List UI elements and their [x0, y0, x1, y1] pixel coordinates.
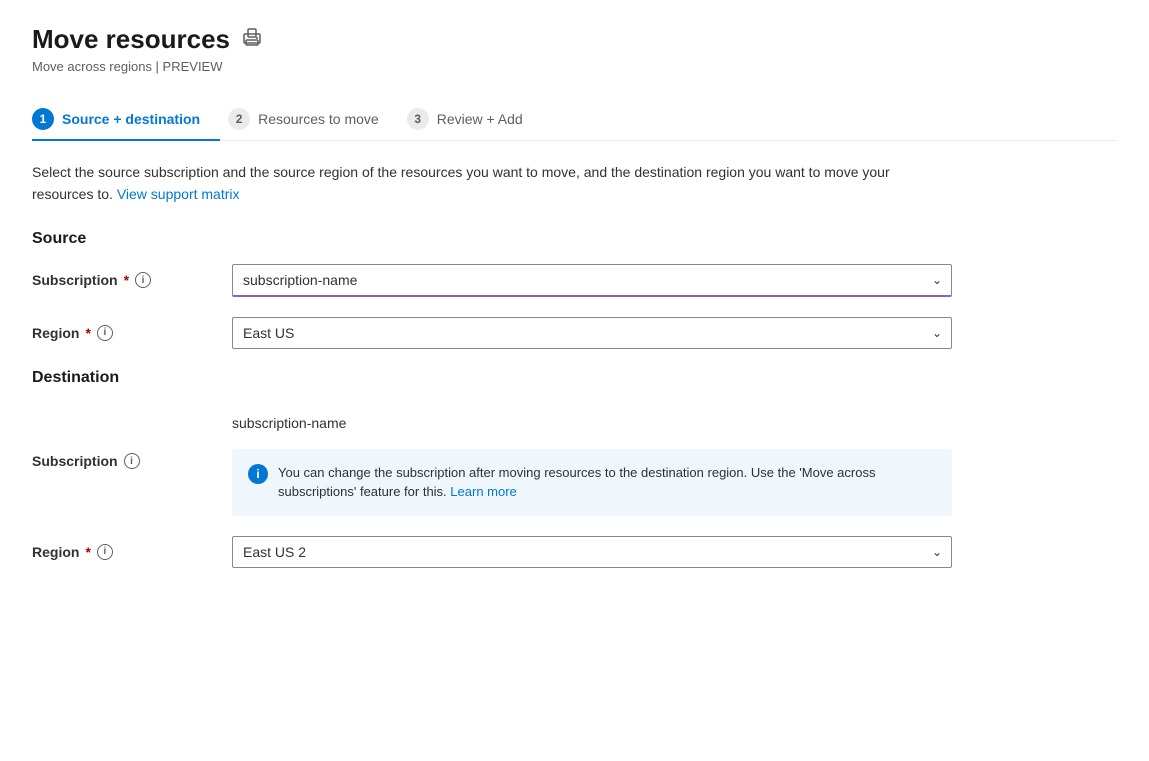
source-subscription-required: * — [124, 272, 129, 288]
tab-number-1: 1 — [32, 108, 54, 130]
destination-region-info-icon[interactable]: i — [97, 544, 113, 560]
source-region-select[interactable]: East US West US East US 2 West US 2 Cent… — [232, 317, 952, 349]
learn-more-link[interactable]: Learn more — [450, 484, 516, 499]
source-region-label: Region * i — [32, 325, 232, 341]
tab-source-destination[interactable]: 1 Source + destination — [32, 98, 220, 140]
source-region-select-wrapper: East US West US East US 2 West US 2 Cent… — [232, 317, 952, 349]
destination-subscription-value: subscription-name — [232, 407, 952, 439]
source-region-control: East US West US East US 2 West US 2 Cent… — [232, 317, 952, 349]
tab-number-3: 3 — [407, 108, 429, 130]
support-matrix-link[interactable]: View support matrix — [117, 186, 240, 202]
tab-number-2: 2 — [228, 108, 250, 130]
destination-section-title: Destination — [32, 369, 1117, 387]
destination-subscription-label: Subscription i — [32, 453, 232, 469]
destination-subscription-row: Subscription i subscription-name i You c… — [32, 407, 1117, 516]
destination-region-select-wrapper: East US 2 East US West US West US 2 Cent… — [232, 536, 952, 568]
tab-label-resources-to-move: Resources to move — [258, 111, 379, 127]
tabs-container: 1 Source + destination 2 Resources to mo… — [32, 98, 1117, 141]
source-region-row: Region * i East US West US East US 2 Wes… — [32, 317, 1117, 349]
source-subscription-control: subscription-name ⌄ — [232, 264, 952, 297]
source-region-required: * — [85, 325, 90, 341]
source-subscription-info-icon[interactable]: i — [135, 272, 151, 288]
destination-region-row: Region * i East US 2 East US West US Wes… — [32, 536, 1117, 568]
source-subscription-label: Subscription * i — [32, 272, 232, 288]
print-icon[interactable] — [242, 27, 262, 52]
destination-subscription-control: subscription-name i You can change the s… — [232, 407, 952, 516]
tab-resources-to-move[interactable]: 2 Resources to move — [228, 98, 399, 140]
info-box-icon: i — [248, 464, 268, 484]
destination-subscription-info-icon[interactable]: i — [124, 453, 140, 469]
description-text: Select the source subscription and the s… — [32, 161, 932, 206]
source-subscription-row: Subscription * i subscription-name ⌄ — [32, 264, 1117, 297]
destination-region-control: East US 2 East US West US West US 2 Cent… — [232, 536, 952, 568]
subtitle: Move across regions | PREVIEW — [32, 59, 1117, 74]
destination-subscription-info-box: i You can change the subscription after … — [232, 449, 952, 516]
source-region-info-icon[interactable]: i — [97, 325, 113, 341]
destination-region-required: * — [85, 544, 90, 560]
destination-region-select[interactable]: East US 2 East US West US West US 2 Cent… — [232, 536, 952, 568]
tab-label-source-destination: Source + destination — [62, 111, 200, 127]
source-subscription-select-wrapper: subscription-name ⌄ — [232, 264, 952, 297]
tab-review-add[interactable]: 3 Review + Add — [407, 98, 543, 140]
page-title: Move resources — [32, 24, 1117, 55]
source-subscription-select[interactable]: subscription-name — [232, 264, 952, 297]
tab-label-review-add: Review + Add — [437, 111, 523, 127]
info-box-text: You can change the subscription after mo… — [278, 463, 936, 502]
source-section-title: Source — [32, 230, 1117, 248]
destination-region-label: Region * i — [32, 544, 232, 560]
